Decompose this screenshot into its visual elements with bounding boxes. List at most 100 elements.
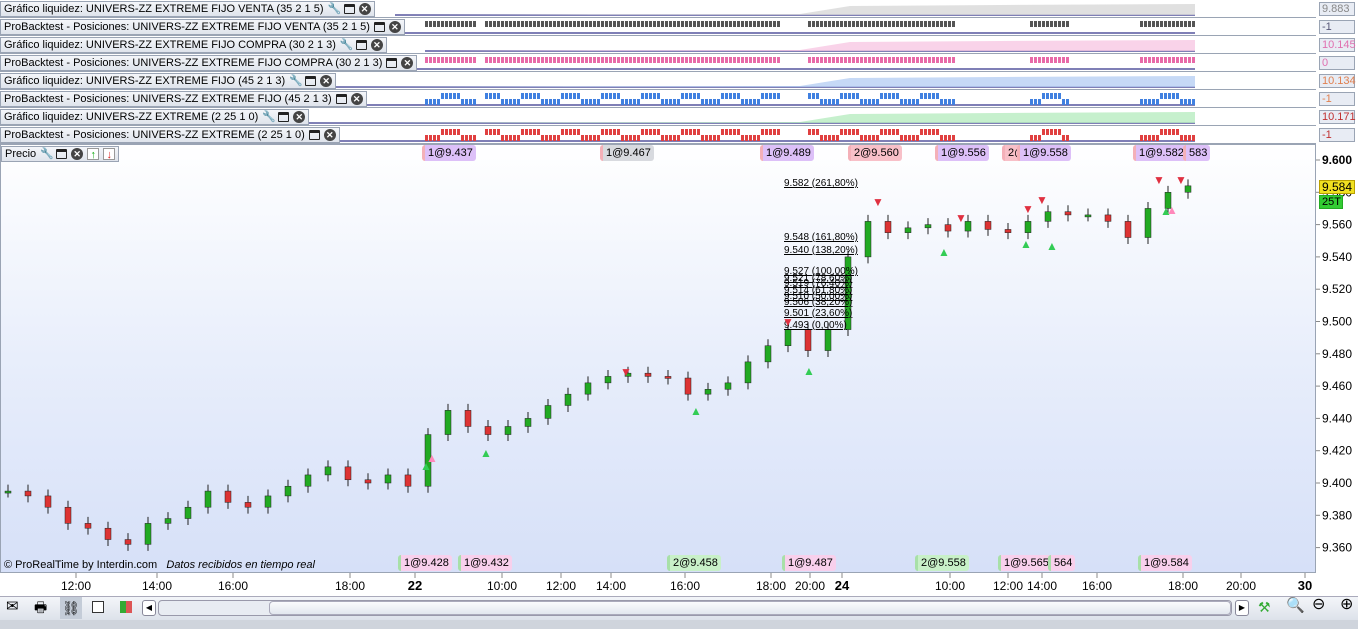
trade-label[interactable]: 1@9.582: [1133, 145, 1187, 161]
window-icon[interactable]: [308, 130, 320, 140]
trade-label[interactable]: 1@9.558: [1017, 145, 1071, 161]
trade-label[interactable]: 1@9.432: [458, 555, 512, 571]
position-bar: [820, 99, 823, 105]
position-bar: [517, 57, 520, 63]
position-bar: [677, 99, 680, 105]
position-bar: [641, 57, 644, 63]
scroll-right-icon[interactable]: ▶: [1235, 600, 1249, 616]
close-icon[interactable]: ✕: [401, 57, 414, 69]
close-icon[interactable]: ✕: [293, 111, 306, 123]
wrench-icon[interactable]: 🔧: [340, 39, 354, 51]
position-bar: [944, 135, 947, 141]
print-icon[interactable]: 🖶: [34, 600, 47, 614]
position-bar: [705, 57, 708, 63]
window-icon[interactable]: [386, 58, 398, 68]
position-bar: [513, 57, 516, 63]
position-bar: [725, 129, 728, 135]
trade-label[interactable]: 2@9.558: [915, 555, 969, 571]
trade-label[interactable]: 1@9.428: [398, 555, 452, 571]
trade-label[interactable]: 1@9.565: [998, 555, 1052, 571]
position-bar: [713, 135, 716, 141]
trade-label[interactable]: 1@9.584: [1138, 555, 1192, 571]
scroll-left-icon[interactable]: ◀: [142, 600, 156, 616]
position-bar: [1054, 129, 1057, 135]
window-icon[interactable]: [335, 94, 347, 104]
position-bar: [729, 21, 732, 27]
trade-label[interactable]: 1@9.467: [600, 145, 654, 161]
position-bar: [641, 129, 644, 135]
wrench-icon[interactable]: 🔧: [262, 111, 276, 123]
position-bar: [948, 21, 951, 27]
x-tick-label: 24: [835, 578, 850, 593]
trade-label[interactable]: 1@9.487: [782, 555, 836, 571]
position-bar: [701, 21, 704, 27]
zoom-in-icon[interactable]: ⊕: [1340, 597, 1353, 613]
close-icon[interactable]: ✕: [320, 75, 333, 87]
position-bar: [525, 129, 528, 135]
horizontal-scrollbar[interactable]: [158, 600, 1232, 616]
window-icon[interactable]: [305, 76, 317, 86]
trade-label[interactable]: 2@9.560: [848, 145, 902, 161]
x-tick-label: 14:00: [596, 579, 626, 593]
close-icon[interactable]: ✕: [388, 21, 401, 33]
position-bar: [916, 21, 919, 27]
position-bar: [445, 129, 448, 135]
scrollbar-thumb[interactable]: [269, 601, 1231, 615]
close-icon[interactable]: ✕: [358, 3, 371, 15]
position-bar: [573, 93, 576, 99]
position-bar: [900, 21, 903, 27]
window-icon[interactable]: [278, 112, 290, 122]
position-bar: [844, 129, 847, 135]
position-bar: [465, 135, 468, 141]
position-bar: [557, 99, 560, 105]
wrench-icon[interactable]: 🔧: [40, 148, 54, 160]
position-bar: [513, 99, 516, 105]
sell-arrow-icon: ▼: [872, 195, 884, 209]
close-icon[interactable]: ✕: [350, 93, 363, 105]
window-icon[interactable]: [355, 40, 367, 50]
trade-label[interactable]: 1@9.437: [422, 145, 476, 161]
position-bar: [928, 129, 931, 135]
close-icon[interactable]: ✕: [370, 39, 383, 51]
zoom-auto-icon[interactable]: 🔍: [1286, 598, 1305, 613]
position-bar: [709, 99, 712, 105]
link-icon[interactable]: ⛓: [60, 597, 82, 619]
position-bar: [884, 21, 887, 27]
arrow-up-icon[interactable]: ↑: [87, 148, 100, 161]
zoom-out-icon[interactable]: ⊖: [1312, 597, 1325, 613]
trade-label[interactable]: 583: [1183, 145, 1211, 161]
chart-settings-icon[interactable]: ⚒: [1258, 600, 1271, 614]
position-bar: [681, 129, 684, 135]
position-bar: [1140, 135, 1143, 141]
trade-label[interactable]: 564: [1048, 555, 1076, 571]
chart-export-icon[interactable]: [92, 601, 104, 613]
position-bar: [589, 135, 592, 141]
position-bar: [753, 135, 756, 141]
window-icon[interactable]: [343, 4, 355, 14]
mail-icon[interactable]: ✉: [6, 599, 19, 614]
position-bar: [485, 93, 488, 99]
position-bar: [1066, 21, 1069, 27]
window-icon[interactable]: [373, 22, 385, 32]
position-bar: [832, 21, 835, 27]
trade-label[interactable]: 2@9.458: [667, 555, 721, 571]
indicator-icon[interactable]: [120, 601, 132, 613]
position-bar: [749, 57, 752, 63]
position-bar: [840, 57, 843, 63]
close-icon[interactable]: ✕: [71, 148, 84, 160]
position-bar: [1062, 21, 1065, 27]
position-bar: [1054, 57, 1057, 63]
position-bar: [601, 93, 604, 99]
trade-label[interactable]: 1@9.556: [935, 145, 989, 161]
arrow-down-icon[interactable]: ↓: [103, 148, 116, 161]
window-icon[interactable]: [56, 149, 68, 159]
position-bar: [920, 21, 923, 27]
wrench-icon[interactable]: 🔧: [289, 75, 303, 87]
position-bar: [485, 129, 488, 135]
close-icon[interactable]: ✕: [323, 129, 336, 141]
position-bar: [1168, 93, 1171, 99]
wrench-icon[interactable]: 🔧: [328, 3, 342, 15]
trade-label[interactable]: 1@9.489: [760, 145, 814, 161]
position-bar: [693, 57, 696, 63]
fib-level-label: 9.506 (38,20%): [784, 297, 852, 308]
